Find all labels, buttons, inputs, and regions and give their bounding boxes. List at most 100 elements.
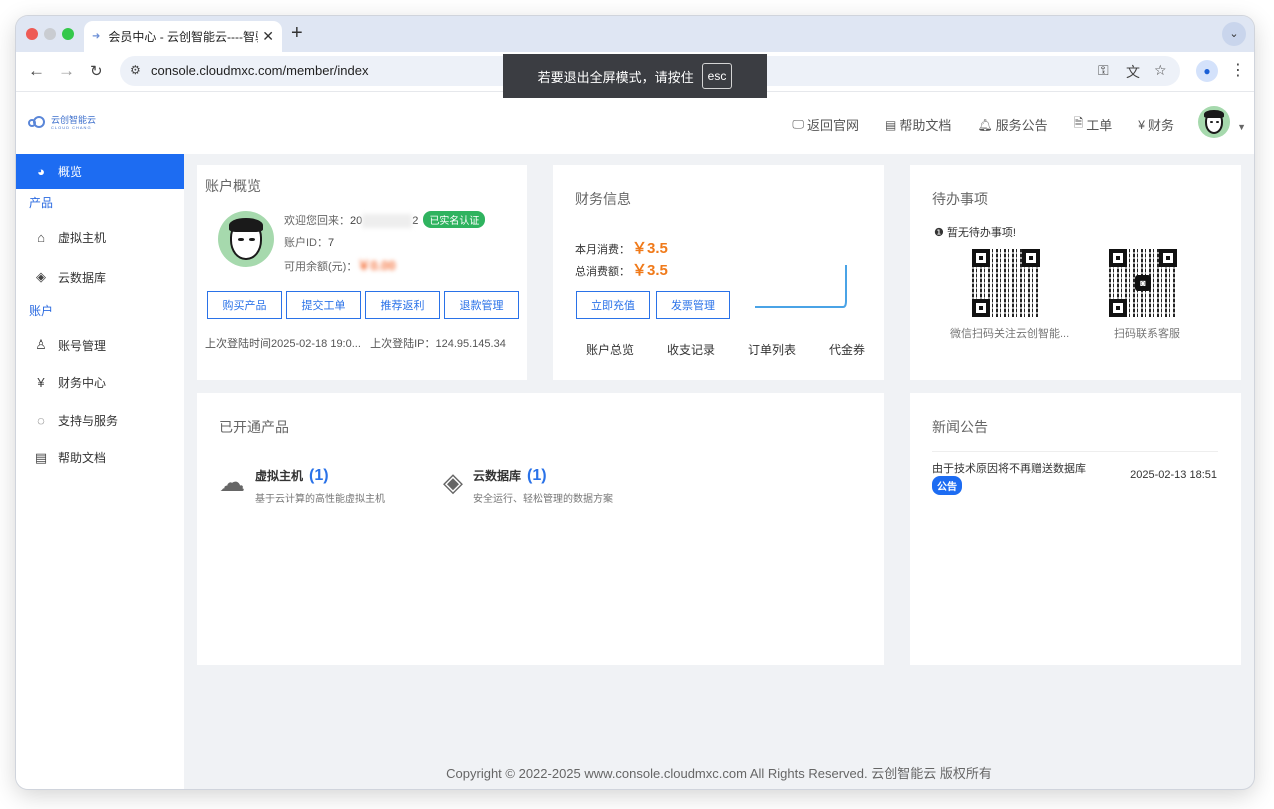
- finance-links: 账户总览 收支记录 订单列表 代金券: [586, 341, 865, 358]
- divider: [932, 451, 1218, 452]
- news-card-title: 新闻公告: [932, 419, 988, 435]
- nav-notices[interactable]: 🔔︎ 服务公告: [977, 114, 1047, 135]
- monitor-icon: 🖵: [792, 117, 804, 131]
- nav-finance[interactable]: ¥ 财务: [1138, 114, 1174, 135]
- close-window-button[interactable]: [26, 28, 38, 40]
- product-name: 虚拟主机: [255, 469, 304, 483]
- sidebar-item-virtual-host[interactable]: ⌂ 虚拟主机: [16, 217, 184, 257]
- sidebar-item-overview[interactable]: ◕ 概览: [16, 154, 184, 189]
- support-qr-code: ◙: [1109, 249, 1177, 317]
- support-qr-caption: 扫码联系客服: [1114, 328, 1180, 340]
- account-actions: 购买产品 提交工单 推荐返利 退款管理: [207, 291, 519, 319]
- nav-help[interactable]: ▤ 帮助文档: [885, 114, 951, 135]
- layers-icon: ◈: [36, 269, 46, 284]
- balance-line: 可用余额(元)：￥0.00: [284, 255, 396, 274]
- sidebar-item-finance-center[interactable]: ¥ 财务中心: [16, 365, 184, 400]
- product-name: 云数据库: [473, 469, 522, 483]
- profile-icon[interactable]: ●: [1196, 60, 1218, 82]
- wechat-icon: ◙: [1135, 275, 1151, 291]
- tab-search-button[interactable]: ⌄: [1222, 22, 1246, 46]
- product-count: (1): [527, 467, 547, 484]
- minimize-window-button[interactable]: [44, 28, 56, 40]
- news-item-title[interactable]: 由于技术原因将不再赠送数据库: [932, 460, 1086, 476]
- bell-icon: 🔔︎: [977, 117, 993, 132]
- doc-icon: ▤: [885, 117, 897, 132]
- esc-key: esc: [701, 63, 733, 89]
- link-orders[interactable]: 订单列表: [748, 341, 796, 358]
- document-icon: ▤: [34, 449, 48, 465]
- yen-circle-icon: ¥: [37, 375, 45, 390]
- logo[interactable]: 云创智能云 CLOUD CHANG: [28, 116, 96, 130]
- account-id-label: 账户ID：: [284, 237, 328, 249]
- new-tab-button[interactable]: +: [291, 22, 303, 45]
- link-transactions[interactable]: 收支记录: [667, 341, 715, 358]
- star-icon[interactable]: ☆: [1154, 62, 1167, 79]
- url-text[interactable]: console.cloudmxc.com/member/index: [151, 63, 368, 78]
- active-products-card: 已开通产品 ☁ 虚拟主机 (1) 基于云计算的高性能虚拟主机 ◈ 云数据库 (1) …: [197, 393, 884, 665]
- invoice-button[interactable]: 发票管理: [656, 291, 730, 319]
- tab-strip: ➜ 会员中心 - 云创智能云----智驭 ✕ + ⌄: [16, 16, 1254, 52]
- news-item-date: 2025-02-13 18:51: [1130, 469, 1217, 481]
- sidebar-group-account: 账户: [29, 304, 54, 318]
- forward-icon[interactable]: →: [58, 61, 75, 81]
- user-icon: ♙: [35, 337, 47, 352]
- fullscreen-window-button[interactable]: [62, 28, 74, 40]
- chevron-down-icon[interactable]: ▼: [1237, 122, 1246, 132]
- buy-product-button[interactable]: 购买产品: [207, 291, 282, 319]
- products-card-title: 已开通产品: [219, 419, 289, 435]
- sidebar-item-support[interactable]: ◌ 支持与服务: [16, 400, 184, 440]
- month-spend-line: 本月消费： ￥3.5: [575, 237, 668, 258]
- back-icon[interactable]: ←: [28, 61, 45, 81]
- ticket-icon: 🗎: [1073, 116, 1084, 130]
- referral-button[interactable]: 推荐返利: [365, 291, 440, 319]
- recharge-button[interactable]: 立即充值: [576, 291, 650, 319]
- last-login-ip: 124.95.145.34: [435, 338, 506, 350]
- last-login-ip-label: 上次登陆IP：: [370, 338, 436, 350]
- logo-subtext: CLOUD CHANG: [51, 125, 92, 130]
- product-count: (1): [309, 467, 329, 484]
- finance-card-title: 财务信息: [575, 191, 631, 207]
- spending-sparkline: [755, 265, 847, 308]
- nav-help-label: 帮助文档: [899, 118, 952, 133]
- sidebar-item-cloud-database[interactable]: ◈ 云数据库: [16, 257, 184, 297]
- info-icon: ❶: [934, 227, 944, 239]
- link-vouchers[interactable]: 代金券: [829, 341, 865, 358]
- sidebar-group-products: 产品: [29, 196, 54, 210]
- last-login-info: 上次登陆时间2025-02-18 19:0... 上次登陆IP：124.95.1…: [205, 335, 506, 351]
- finance-actions: 立即充值 发票管理: [576, 291, 730, 319]
- account-card-title: 账户概览: [205, 178, 261, 194]
- refund-button[interactable]: 退款管理: [444, 291, 519, 319]
- user-avatar[interactable]: [1198, 106, 1230, 138]
- sidebar-item-label: 虚拟主机: [58, 230, 107, 245]
- browser-window: ➜ 会员中心 - 云创智能云----智驭 ✕ + ⌄ ← → ↻ ⚙ conso…: [16, 16, 1254, 789]
- product-desc: 安全运行、轻松管理的数据方案: [473, 494, 613, 505]
- reload-icon[interactable]: ↻: [90, 62, 103, 80]
- username-start: 20: [350, 215, 363, 227]
- sidebar-item-help-docs[interactable]: ▤ 帮助文档: [16, 440, 184, 475]
- sidebar-item-account-management[interactable]: ♙ 账号管理: [16, 325, 184, 365]
- nav-ticket[interactable]: 🗎 工单: [1074, 114, 1113, 135]
- more-menu-icon[interactable]: ⋮: [1230, 60, 1246, 80]
- cloud-host-icon: ⌂: [37, 229, 45, 245]
- nav-home[interactable]: 🖵 返回官网: [792, 114, 859, 135]
- total-spend-line: 总消费额： ￥3.5: [575, 259, 668, 280]
- sidebar-item-label: 概览: [58, 165, 83, 179]
- dashboard-icon: ◕: [37, 164, 45, 179]
- browser-tab[interactable]: ➜ 会员中心 - 云创智能云----智驭 ✕: [84, 21, 282, 52]
- submit-ticket-button[interactable]: 提交工单: [286, 291, 361, 319]
- verified-badge: 已实名认证: [423, 211, 486, 228]
- balance-value: ￥0.00: [357, 258, 396, 273]
- tab-close-icon[interactable]: ✕: [262, 28, 274, 45]
- news-item-tag: 公告: [932, 476, 962, 495]
- link-account-overview[interactable]: 账户总览: [586, 341, 634, 358]
- todo-empty-text: 暂无待办事项!: [946, 227, 1016, 239]
- sidebar-item-label: 云数据库: [58, 270, 107, 285]
- username-redacted: [362, 214, 413, 229]
- key-icon[interactable]: ⚿: [1098, 62, 1109, 79]
- product-cloud-database[interactable]: ◈ 云数据库 (1) 安全运行、轻松管理的数据方案: [443, 467, 613, 505]
- site-settings-icon[interactable]: ⚙: [130, 63, 141, 77]
- sidebar-item-label: 帮助文档: [58, 451, 107, 465]
- translate-icon[interactable]: 文: [1126, 62, 1140, 82]
- sidebar-item-label: 财务中心: [58, 376, 107, 390]
- product-virtual-host[interactable]: ☁ 虚拟主机 (1) 基于云计算的高性能虚拟主机: [219, 467, 385, 505]
